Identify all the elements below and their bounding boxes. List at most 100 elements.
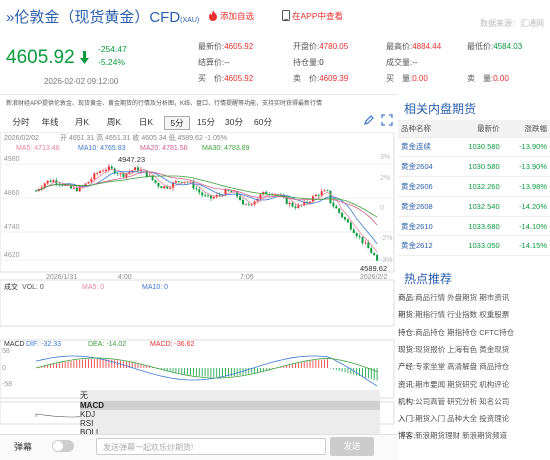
candle-body: [102, 170, 105, 172]
candle-body: [99, 171, 102, 174]
candle-body: [49, 180, 52, 182]
indicator-tab-0[interactable]: 无: [80, 390, 380, 401]
candle-body: [160, 186, 163, 189]
y-tick: 4740: [4, 224, 20, 231]
table-cell[interactable]: 黄金2612: [398, 235, 451, 257]
add-watch-button[interactable]: 添加自选: [208, 10, 254, 22]
ma-label: MA30: 4783.89: [202, 145, 250, 152]
table-row[interactable]: 黄金连续 1030.580 -13.90%: [398, 137, 550, 158]
arrow-down-icon: [79, 51, 89, 64]
candle-body: [230, 190, 233, 193]
table-cell: 1033.680: [450, 216, 503, 237]
candle-body: [341, 212, 344, 218]
table-cell[interactable]: 黄金2606: [398, 176, 451, 197]
fullscreen-icon[interactable]: [381, 114, 393, 126]
list-item[interactable]: 期货:期指行情 行业指数 权重股票: [398, 309, 509, 320]
table-cell: -14.20%: [502, 196, 550, 217]
dif-line: [35, 355, 378, 387]
tab-2[interactable]: 月K: [68, 116, 96, 128]
candle-body: [291, 202, 294, 207]
phone-icon: [282, 10, 290, 21]
candle-body: [367, 242, 370, 249]
tab-4[interactable]: 日K: [132, 116, 160, 128]
tab-7[interactable]: 30分: [222, 116, 246, 128]
y-tick: 4860: [4, 190, 20, 197]
candle-body: [119, 173, 122, 175]
list-item[interactable]: 机构:公司高管 研究分析 知名公司: [398, 396, 509, 407]
candle-body: [207, 195, 209, 197]
table-cell: 1030.580: [450, 137, 503, 158]
tab-1[interactable]: 年线: [36, 116, 64, 128]
app-notice: 新浪财经APP提供伦敦金、现货黄金、黄金期货的行情及分析图，K线、盘口、行情提醒…: [6, 101, 323, 107]
candle-body: [198, 189, 201, 193]
list-item[interactable]: 持仓:商品持仓 期指持仓 CFTC持仓: [398, 327, 514, 338]
candle-body: [201, 192, 204, 196]
candle-body: [218, 194, 221, 196]
list-item[interactable]: 现货:现货报价 上海有色 黄金现货: [398, 344, 509, 355]
y-tick: 4980: [4, 156, 20, 163]
x-tick: 4:00: [118, 274, 132, 281]
indicator-tab-3[interactable]: RSI: [80, 419, 380, 428]
list-item[interactable]: 博客:新浪期货理财 新浪期货频道: [398, 430, 507, 441]
list-item[interactable]: 资讯:期市要闻 期货研究 机构评论: [398, 379, 509, 390]
quote-datetime: 2026-02-02 09:12:00: [44, 77, 119, 86]
table-cell[interactable]: 黄金连续: [398, 137, 451, 158]
ma-label: MA20: 4781.56: [140, 145, 188, 152]
tab-3[interactable]: 周K: [100, 116, 128, 128]
table-cell[interactable]: 黄金2604: [398, 156, 451, 178]
edit-icon[interactable]: [363, 114, 375, 126]
volume-panel: [0, 279, 395, 327]
quote-cell: 卖 量:0.00: [467, 74, 509, 83]
candle-body: [332, 203, 335, 207]
candle-body: [247, 203, 250, 205]
quote-cell: 持仓量:0: [293, 58, 324, 67]
candle-body: [364, 242, 367, 244]
candle-body: [195, 188, 198, 190]
period-tabs: 分时 年线 月K 周K 日K 5分 15分 30分 60分: [0, 116, 398, 130]
table-row[interactable]: 黄金2610 1033.680 -14.10%: [398, 216, 550, 237]
quote-cell: 买 量:0.00: [386, 74, 428, 83]
candle-body: [78, 186, 81, 192]
indicator-tab-1[interactable]: MACD: [80, 401, 380, 410]
list-item[interactable]: 产经:专家坐堂 高清解盘 商品持仓: [398, 361, 509, 372]
tab-8[interactable]: 60分: [250, 116, 276, 128]
danmaku-input[interactable]: 发送弹幕一起欢乐炒期货!: [96, 438, 326, 455]
macd-tick: 58: [2, 348, 10, 355]
candle-body: [177, 181, 180, 183]
table-cell[interactable]: 黄金2610: [398, 216, 451, 237]
pct-tick: 3%: [380, 154, 390, 161]
candle-body: [212, 197, 215, 199]
tab-0[interactable]: 分时: [10, 116, 32, 128]
table-row[interactable]: 黄金2604 1030.580 -13.90%: [398, 156, 550, 178]
dea-line: [35, 357, 378, 379]
danmaku-toggle[interactable]: [52, 440, 74, 452]
candle-body: [370, 248, 373, 254]
candle-body: [93, 173, 96, 180]
candle-body: [75, 187, 78, 192]
table-cell: -14.15%: [502, 235, 550, 257]
candle-body: [294, 206, 297, 208]
table-row[interactable]: 黄金2612 1033.050 -14.15%: [398, 235, 550, 257]
candle-body: [373, 253, 376, 256]
kline-chart[interactable]: 2026/02/02 开 4651.31 高 4651.31 收 4605.34 …: [0, 132, 396, 432]
table-header: 最新价: [450, 120, 503, 138]
macd-label: MACD: [4, 341, 25, 348]
table-cell[interactable]: 黄金2608: [398, 196, 451, 217]
candle-body: [87, 181, 90, 184]
x-tick: 7:05: [240, 274, 254, 281]
table-row[interactable]: 黄金2608 1032.540 -14.20%: [398, 196, 550, 217]
table-row[interactable]: 黄金2606 1032.260 -13.98%: [398, 176, 550, 197]
list-item[interactable]: 入门:期货入门 品种大全 投资理论: [398, 413, 509, 424]
table-cell: 1033.050: [450, 235, 503, 257]
macd-label: DIF: -32.33: [26, 341, 61, 348]
tab-5[interactable]: 5分: [164, 116, 190, 130]
tab-6[interactable]: 15分: [194, 116, 218, 128]
pct-tick: -3%: [380, 257, 392, 264]
candle-body: [241, 199, 244, 205]
candle-body: [239, 196, 242, 200]
list-item[interactable]: 商品:商品行情 外盘期货 期市资讯: [398, 292, 509, 303]
send-button[interactable]: 发送: [330, 437, 374, 456]
candle-body: [169, 187, 172, 189]
indicator-tab-2[interactable]: KDJ: [80, 410, 380, 419]
open-app-button[interactable]: 在APP中查看: [282, 10, 343, 22]
